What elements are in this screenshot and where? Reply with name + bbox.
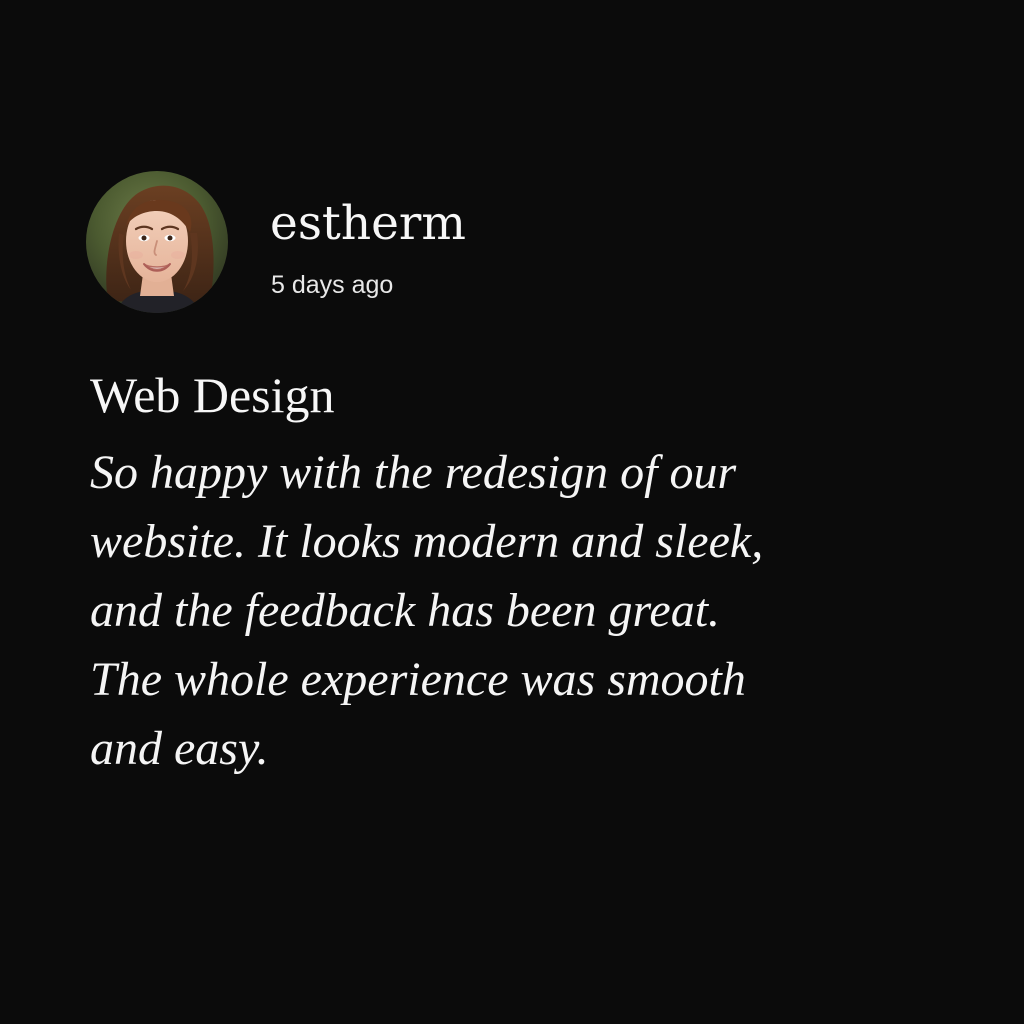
post-body-line: and easy. (90, 722, 269, 775)
post-body: So happy with the redesign of our websit… (90, 438, 950, 783)
post-timestamp: 5 days ago (271, 271, 394, 299)
post-body-line: So happy with the redesign of our (90, 446, 737, 499)
review-card: estherm 5 days ago Web Design So happy w… (0, 0, 1024, 1024)
post-body-line: and the feedback has been great. (90, 584, 721, 637)
avatar (86, 171, 228, 313)
post-title: Web Design (90, 367, 335, 423)
user-avatar-photo (86, 171, 228, 313)
username[interactable]: estherm (270, 193, 466, 255)
post-body-line: The whole experience was smooth (90, 653, 746, 706)
post-body-line: website. It looks modern and sleek, (90, 515, 764, 568)
